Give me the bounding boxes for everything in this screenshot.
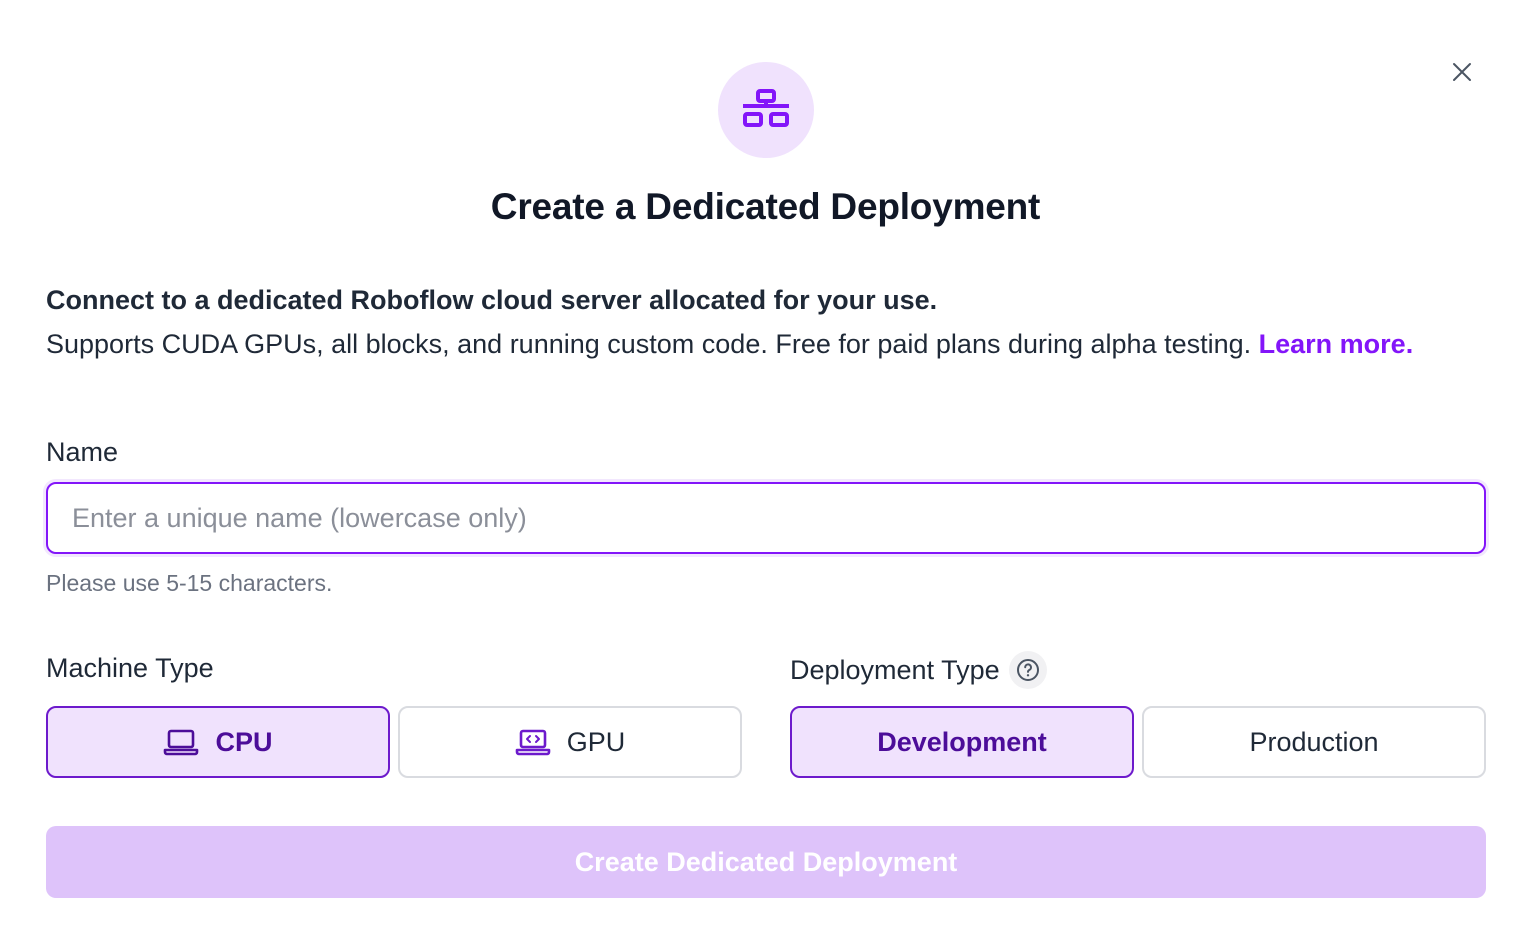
gpu-laptop-icon — [515, 728, 551, 756]
modal-title: Create a Dedicated Deployment — [490, 186, 1041, 227]
name-hint: Please use 5-15 characters. — [46, 570, 333, 596]
create-deployment-button[interactable]: Create Dedicated Deployment — [46, 826, 1486, 898]
description-headline: Connect to a dedicated Roboflow cloud se… — [46, 285, 938, 315]
learn-more-link[interactable]: Learn more. — [1259, 329, 1414, 359]
cpu-label: CPU — [215, 726, 273, 757]
create-deployment-modal: Create a Dedicated Deployment Connect to… — [0, 0, 1531, 941]
network-icon — [743, 89, 789, 127]
description-text: Supports CUDA GPUs, all blocks, and runn… — [46, 329, 1259, 359]
machine-type-label: Machine Type — [46, 653, 214, 683]
description: Connect to a dedicated Roboflow cloud se… — [46, 280, 1486, 364]
machine-type-cpu[interactable]: CPU — [46, 706, 390, 778]
laptop-icon — [163, 728, 199, 756]
gpu-label: GPU — [566, 726, 626, 757]
header-icon-badge — [718, 62, 814, 158]
help-button[interactable] — [1009, 651, 1048, 689]
deployment-type-label: Deployment Type — [790, 655, 1000, 686]
development-label: Development — [877, 726, 1047, 757]
deployment-type-label-row: Deployment Type — [790, 651, 1048, 691]
deployment-type-production[interactable]: Production — [1142, 706, 1486, 778]
production-label: Production — [1249, 726, 1379, 757]
close-button[interactable] — [1446, 56, 1478, 88]
name-input[interactable] — [46, 482, 1486, 554]
deployment-type-development[interactable]: Development — [790, 706, 1134, 778]
help-icon — [1017, 659, 1040, 681]
machine-type-gpu[interactable]: GPU — [398, 706, 742, 778]
name-label: Name — [46, 437, 119, 467]
close-icon — [1453, 63, 1471, 81]
